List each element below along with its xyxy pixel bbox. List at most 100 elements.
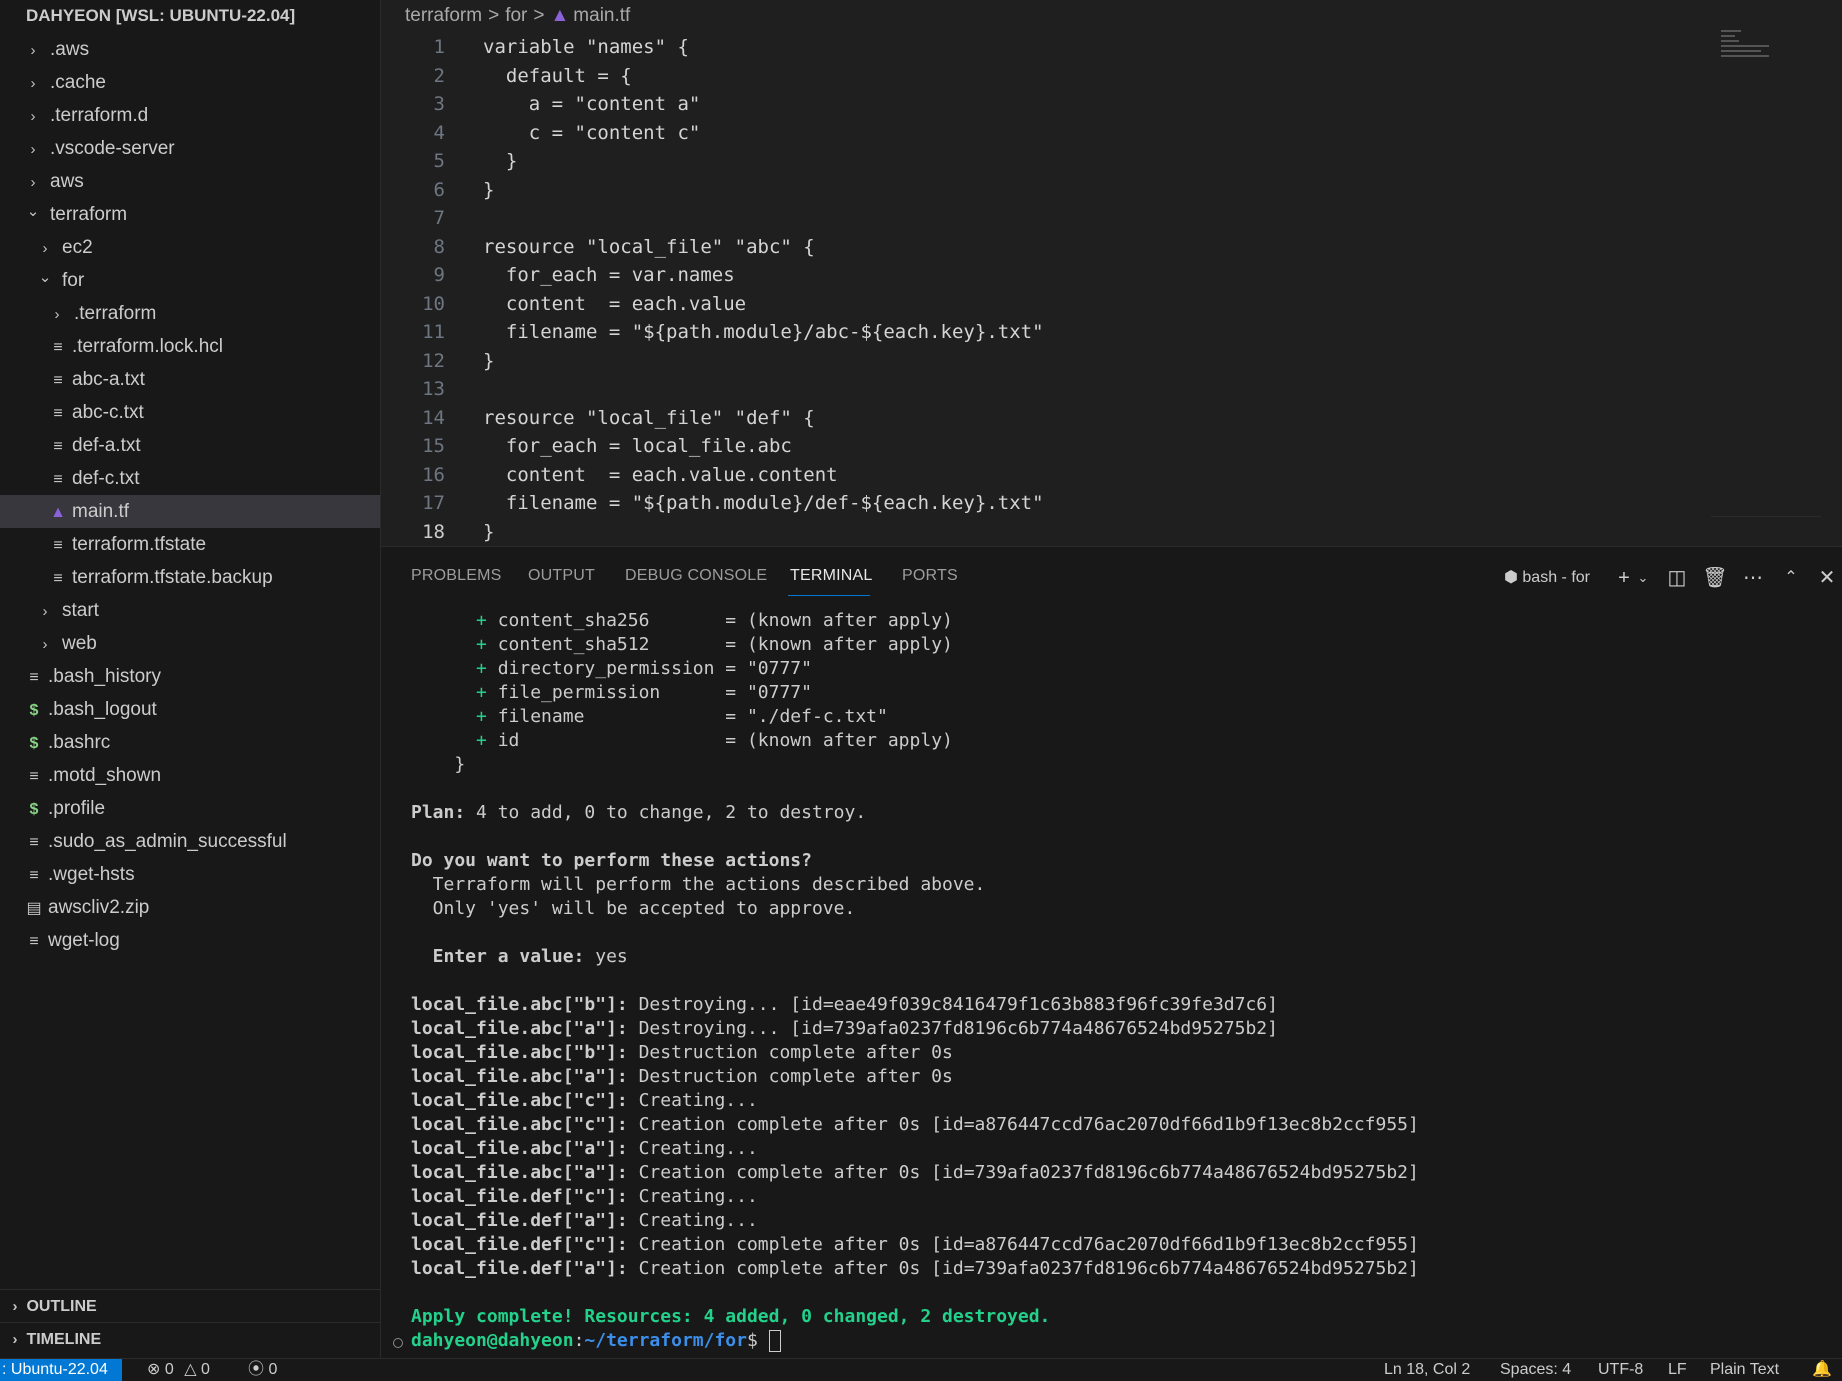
tree-item[interactable]: › .vscode-server	[0, 132, 380, 165]
tree-item[interactable]: ≡ def-c.txt	[0, 462, 380, 495]
code-line[interactable]: 16 content = each.value.content	[381, 461, 1681, 490]
code-line[interactable]: 13	[381, 375, 1681, 404]
tree-item[interactable]: ⌄ terraform	[0, 198, 380, 231]
tree-item[interactable]: › .cache	[0, 66, 380, 99]
terminal-prompt[interactable]: dahyeon@dahyeon:~/terraform/for$	[411, 1329, 1831, 1353]
tree-item[interactable]: › .aws	[0, 33, 380, 66]
tree-item[interactable]: ≡ terraform.tfstate	[0, 528, 380, 561]
terminal-selector[interactable]: ⬢ bash - for	[1482, 561, 1612, 595]
remote-indicator[interactable]: : Ubuntu-22.04	[0, 1359, 122, 1381]
tree-item[interactable]: › .terraform	[0, 297, 380, 330]
code-line[interactable]: 8 resource "local_file" "abc" {	[381, 233, 1681, 262]
breadcrumb: terraform > for > ▲ main.tf	[405, 0, 630, 32]
code-line[interactable]: 15 for_each = local_file.abc	[381, 432, 1681, 461]
tree-item[interactable]: ≡ .bash_history	[0, 660, 380, 693]
code-text: }	[483, 150, 518, 172]
code-line[interactable]: 7	[381, 204, 1681, 233]
tree-item[interactable]: ≡ def-a.txt	[0, 429, 380, 462]
tree-item[interactable]: ≡ wget-log	[0, 924, 380, 957]
breadcrumb-item-main-tf[interactable]: main.tf	[573, 5, 630, 26]
editor-area[interactable]: terraform > for > ▲ main.tf 1 variable "names"…	[381, 0, 1842, 545]
code-line[interactable]: 6}	[381, 176, 1681, 205]
cursor-position[interactable]: Ln 18, Col 2	[1384, 1359, 1470, 1381]
line-number: 2	[433, 64, 445, 87]
tree-item[interactable]: › web	[0, 627, 380, 660]
tree-item[interactable]: ≡ .wget-hsts	[0, 858, 380, 891]
code-line[interactable]: 4 c = "content c"	[381, 119, 1681, 148]
tree-item[interactable]: ≡ .terraform.lock.hcl	[0, 330, 380, 363]
more-actions-icon[interactable]: ⋯	[1738, 561, 1768, 595]
code-line[interactable]: 17 filename = "${path.module}/def-${each…	[381, 489, 1681, 518]
tab-ports[interactable]: PORTS	[902, 567, 958, 585]
terminal-line: Only 'yes' will be accepted to approve.	[411, 898, 856, 919]
breadcrumb-item-terraform[interactable]: terraform	[405, 5, 482, 26]
tree-item-label: .aws	[50, 39, 90, 60]
line-number: 18	[422, 520, 445, 543]
close-icon[interactable]: ✕	[1812, 561, 1842, 595]
minimap[interactable]	[1721, 30, 1781, 70]
line-ending[interactable]: LF	[1668, 1359, 1687, 1381]
tree-item[interactable]: › .terraform.d	[0, 99, 380, 132]
tree-item[interactable]: ▲ main.tf	[0, 495, 380, 528]
chevron-down-icon[interactable]: ⌄	[1634, 561, 1652, 595]
tree-item-label: main.tf	[72, 501, 130, 522]
tree-item[interactable]: ⌄ for	[0, 264, 380, 297]
chevron-right-icon: ›	[42, 636, 48, 653]
terminal-output[interactable]: + content_sha256 = (known after apply) +…	[411, 609, 1831, 1353]
outline-section[interactable]: › OUTLINE	[0, 1289, 380, 1323]
encoding[interactable]: UTF-8	[1598, 1359, 1643, 1381]
tree-item[interactable]: › ec2	[0, 231, 380, 264]
status-bar: : Ubuntu-22.04 ⊗ 0 △ 0 ⦿ 0 Ln 18, Col 2 …	[0, 1358, 1842, 1381]
terminal-line: Plan: 4 to add, 0 to change, 2 to destro…	[411, 802, 867, 823]
code-line[interactable]: 1 variable "names" {	[381, 33, 1681, 62]
tree-item[interactable]: $ .bash_logout	[0, 693, 380, 726]
code-line[interactable]: 14 resource "local_file" "def" {	[381, 404, 1681, 433]
tree-item[interactable]: ▤ awscliv2.zip	[0, 891, 380, 924]
tab-debug-console[interactable]: DEBUG CONSOLE	[625, 567, 767, 585]
code-line[interactable]: 9 for_each = var.names	[381, 261, 1681, 290]
code-line[interactable]: 3 a = "content a"	[381, 90, 1681, 119]
language-mode[interactable]: Plain Text	[1710, 1359, 1779, 1381]
terminal-line: Enter a value: yes	[411, 946, 628, 967]
split-terminal-icon[interactable]: ◫	[1662, 561, 1692, 595]
command-decoration-icon[interactable]	[393, 1338, 403, 1348]
code-line[interactable]: 11 filename = "${path.module}/abc-${each…	[381, 318, 1681, 347]
ports-status[interactable]: ⦿ 0	[248, 1359, 277, 1381]
indentation[interactable]: Spaces: 4	[1500, 1359, 1571, 1381]
terraform-file-icon: ▲	[550, 5, 570, 26]
code-line[interactable]: 18}	[381, 518, 1681, 547]
tree-item[interactable]: $ .bashrc	[0, 726, 380, 759]
tree-item[interactable]: ≡ .motd_shown	[0, 759, 380, 792]
line-number: 13	[422, 378, 445, 400]
tree-item[interactable]: ≡ abc-a.txt	[0, 363, 380, 396]
tree-item[interactable]: $ .profile	[0, 792, 380, 825]
bell-icon[interactable]: 🔔	[1812, 1359, 1832, 1381]
tree-item[interactable]: ≡ abc-c.txt	[0, 396, 380, 429]
trash-icon[interactable]: 🗑	[1700, 561, 1730, 595]
tree-item[interactable]: › aws	[0, 165, 380, 198]
line-number: 9	[433, 264, 445, 286]
zip-file-icon: ▤	[26, 900, 42, 917]
tree-item[interactable]: ≡ .sudo_as_admin_successful	[0, 825, 380, 858]
terminal-line: Apply complete! Resources: 4 added, 0 ch…	[411, 1306, 1051, 1327]
code-line[interactable]: 10 content = each.value	[381, 290, 1681, 319]
tree-item-label: web	[62, 633, 97, 654]
tab-output[interactable]: OUTPUT	[528, 567, 595, 585]
chevron-right-icon: ›	[12, 1298, 18, 1315]
maximize-panel-icon[interactable]: ⌃	[1776, 561, 1806, 595]
explorer-title[interactable]: DAHYEON [WSL: UBUNTU-22.04]	[0, 0, 380, 32]
code-line[interactable]: 5 }	[381, 147, 1681, 176]
outline-label: OUTLINE	[26, 1298, 97, 1315]
code-text: content = each.value.content	[483, 463, 838, 486]
timeline-section[interactable]: › TIMELINE	[0, 1322, 380, 1356]
terminal-line: Do you want to perform these actions?	[411, 850, 812, 871]
breadcrumb-item-for[interactable]: for	[505, 5, 527, 26]
tab-terminal[interactable]: TERMINAL	[790, 567, 873, 585]
tree-item[interactable]: ≡ terraform.tfstate.backup	[0, 561, 380, 594]
code-line[interactable]: 12}	[381, 347, 1681, 376]
prompt-path: ~/terraform/for	[584, 1330, 747, 1351]
tree-item[interactable]: › start	[0, 594, 380, 627]
code-line[interactable]: 2 default = {	[381, 62, 1681, 91]
problems-status[interactable]: ⊗ 0 △ 0	[147, 1359, 210, 1381]
tab-problems[interactable]: PROBLEMS	[411, 567, 502, 585]
